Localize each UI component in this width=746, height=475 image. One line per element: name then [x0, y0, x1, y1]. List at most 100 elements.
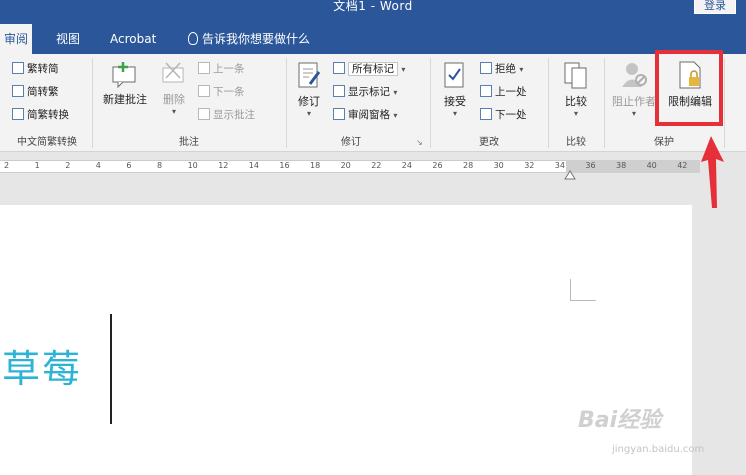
reject-label: 拒绝	[495, 63, 516, 75]
accept-label: 接受	[444, 95, 466, 108]
ribbon: 繁转简 简转繁 简繁转换 中文简繁转换 新建批注 删除 ▾ 上一条 下一条 显示…	[0, 54, 746, 152]
next-comment-button[interactable]: 下一条	[198, 83, 245, 101]
tab-acrobat[interactable]: Acrobat	[106, 24, 160, 54]
group-label-chinese: 中文简繁转换	[17, 137, 77, 148]
track-changes-icon	[298, 62, 321, 88]
ruler-tick: 42	[677, 161, 688, 170]
group-divider	[430, 58, 431, 148]
track-changes-button[interactable]: 修订 ▾	[292, 60, 326, 118]
show-markup-label: 显示标记	[348, 86, 390, 98]
ruler-tick: 10	[187, 161, 198, 170]
clipped-ribbon-button[interactable]	[730, 84, 746, 114]
markup-display-dropdown[interactable]: 所有标记 ▾	[333, 60, 405, 78]
ruler-tick: 4	[95, 161, 101, 170]
group-divider	[604, 58, 605, 148]
next-change-label: 下一处	[495, 109, 527, 121]
ruler-tick: 2	[4, 161, 10, 170]
dialog-launcher-icon[interactable]: ↘	[416, 138, 423, 147]
ruler-tick: 40	[646, 161, 657, 170]
ruler-tick: 8	[157, 161, 163, 170]
margin-corner-mark	[570, 300, 596, 301]
previous-change-button[interactable]: 上一处	[480, 83, 527, 101]
show-comments-icon	[198, 108, 210, 120]
ruler-tick: 36	[585, 161, 596, 170]
show-comments-button[interactable]: 显示批注	[198, 106, 255, 124]
indent-marker-icon[interactable]	[564, 170, 576, 180]
group-label-comments: 批注	[179, 137, 199, 148]
block-authors-label: 阻止作者	[612, 95, 656, 108]
login-button[interactable]: 登录	[694, 0, 736, 14]
chevron-down-icon: ▾	[631, 109, 636, 118]
show-markup-button[interactable]: 显示标记 ▾	[333, 83, 397, 101]
margin-corner-mark	[570, 279, 571, 301]
previous-comment-icon	[198, 62, 210, 74]
compare-icon	[564, 62, 587, 89]
chevron-down-icon: ▾	[306, 109, 311, 118]
ruler-tick: 20	[340, 161, 351, 170]
reviewing-pane-button[interactable]: 审阅窗格 ▾	[333, 106, 397, 124]
ruler-tick: 24	[401, 161, 412, 170]
previous-change-icon	[480, 85, 492, 97]
to-traditional-label: 简转繁	[27, 86, 59, 98]
tab-view[interactable]: 视图	[52, 24, 84, 54]
chevron-down-icon: ▾	[171, 107, 176, 116]
text-cursor	[110, 314, 112, 424]
document-text[interactable]: 草莓	[2, 338, 82, 393]
baidu-watermark: Bai经验	[578, 408, 662, 433]
track-changes-label: 修订	[298, 95, 320, 108]
reviewing-pane-label: 审阅窗格	[348, 109, 390, 121]
tell-me-search[interactable]: 告诉我你想要做什么	[184, 24, 314, 54]
ruler-tick: 6	[126, 161, 132, 170]
all-markup-select[interactable]: 所有标记	[348, 62, 398, 76]
accept-icon	[444, 62, 464, 88]
previous-comment-button[interactable]: 上一条	[198, 60, 245, 78]
ruler-tick: 28	[463, 161, 474, 170]
tab-review[interactable]: 审阅	[0, 24, 32, 54]
next-change-icon	[480, 108, 492, 120]
next-comment-icon	[198, 85, 210, 97]
red-arrow-annotation	[701, 136, 724, 208]
convert-icon	[12, 85, 24, 97]
ruler-tick: 32	[524, 161, 535, 170]
new-comment-button[interactable]: 新建批注	[98, 60, 152, 107]
group-label-tracking: 修订	[341, 137, 361, 148]
ruler-tick: 26	[432, 161, 443, 170]
new-comment-icon	[112, 62, 136, 89]
compare-label: 比较	[565, 95, 587, 108]
reject-button[interactable]: 拒绝 ▾	[480, 60, 523, 78]
delete-comment-button[interactable]: 删除 ▾	[156, 60, 192, 116]
watermark-url: jingyan.baidu.com	[612, 444, 705, 455]
new-comment-label: 新建批注	[103, 93, 147, 106]
ribbon-tabs: 审阅 视图 Acrobat 告诉我你想要做什么	[0, 24, 746, 54]
chinese-convert-button[interactable]: 简繁转换	[12, 106, 69, 124]
group-divider	[92, 58, 93, 148]
ruler-tick: 14	[248, 161, 259, 170]
document-page[interactable]	[0, 205, 692, 475]
highlight-box	[655, 50, 723, 126]
block-authors-button[interactable]: 阻止作者 ▾	[610, 60, 658, 118]
next-comment-label: 下一条	[213, 86, 245, 98]
show-markup-icon	[333, 85, 345, 97]
chevron-down-icon: ▾	[573, 109, 578, 118]
reject-icon	[480, 62, 492, 74]
compare-button[interactable]: 比较 ▾	[556, 60, 596, 118]
accept-button[interactable]: 接受 ▾	[438, 60, 472, 118]
ruler-tick: 2	[65, 161, 71, 170]
group-divider	[286, 58, 287, 148]
next-change-button[interactable]: 下一处	[480, 106, 527, 124]
convert-icon	[12, 62, 24, 74]
traditional-to-simplified-button[interactable]: 繁转简	[12, 60, 59, 78]
document-title: 文档1 - Word	[333, 0, 413, 13]
chevron-down-icon: ▾	[401, 65, 406, 74]
word-window: 文档1 - Word 登录 审阅 视图 Acrobat 告诉我你想要做什么 繁转…	[0, 0, 746, 475]
delete-comment-icon	[162, 62, 184, 83]
markup-icon	[333, 62, 345, 74]
chevron-down-icon: ▾	[519, 65, 524, 74]
convert-icon	[12, 108, 24, 120]
previous-change-label: 上一处	[495, 86, 527, 98]
show-comments-label: 显示批注	[213, 109, 255, 121]
simplified-to-traditional-button[interactable]: 简转繁	[12, 83, 59, 101]
chevron-down-icon: ▾	[393, 111, 398, 120]
convert-label: 简繁转换	[27, 109, 69, 121]
ruler-tick: 34	[554, 161, 565, 170]
